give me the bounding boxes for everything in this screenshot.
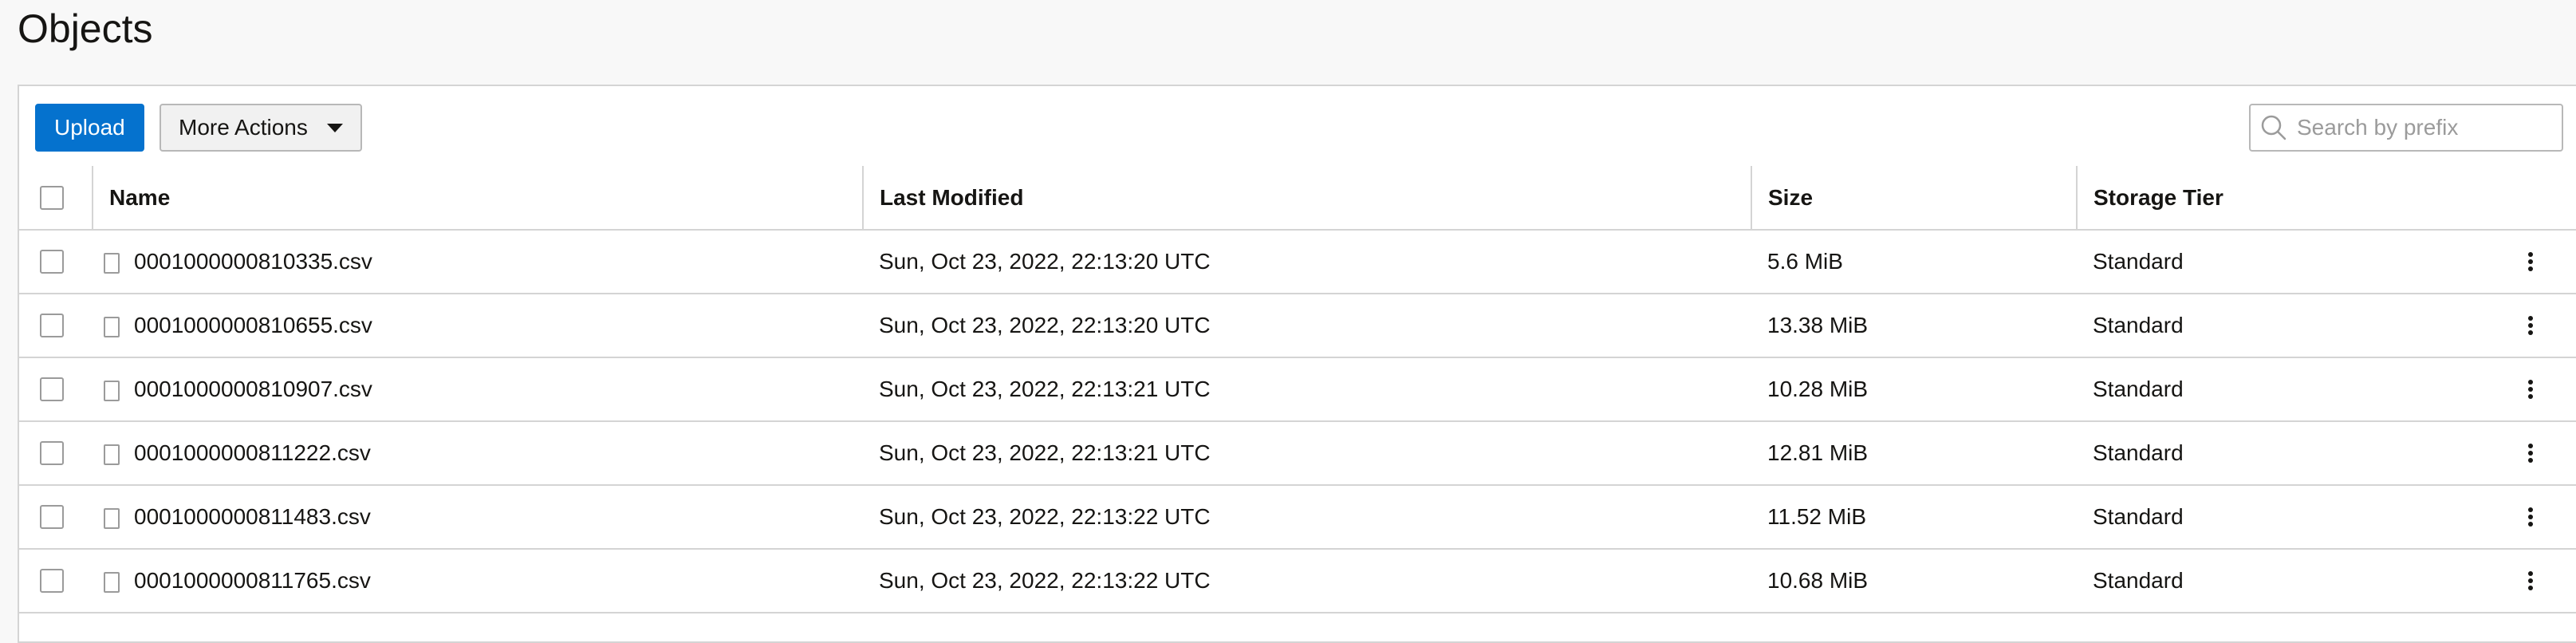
object-name-link[interactable]: 0001000000811765.csv [134,568,371,593]
objects-panel: Upload More Actions Name Last Modified S… [18,85,2576,643]
row-select-cell [19,421,93,486]
select-all-checkbox[interactable] [40,185,64,210]
file-icon [104,252,120,274]
object-name-link[interactable]: 0001000000810655.csv [134,313,372,337]
select-all-cell [19,166,93,231]
last-modified-cell: Sun, Oct 23, 2022, 22:13:20 UTC [863,294,1751,358]
search-icon [2261,115,2286,140]
column-header-storage-tier[interactable]: Storage Tier [2076,166,2576,231]
row-checkbox[interactable] [40,377,64,401]
kebab-menu-icon[interactable] [2528,569,2535,593]
more-actions-button[interactable]: More Actions [160,104,362,152]
kebab-menu-icon[interactable] [2528,314,2535,337]
table-row[interactable]: 0001000000811483.csv Sun, Oct 23, 2022, … [19,485,2576,550]
table-row[interactable]: 0001000000810335.csv Sun, Oct 23, 2022, … [19,230,2576,294]
file-icon [104,571,120,593]
name-cell: 0001000000810655.csv [93,294,863,358]
toolbar: Upload More Actions [19,86,2576,168]
column-header-size[interactable]: Size [1751,166,2077,231]
storage-tier-value: Standard [2093,440,2184,465]
last-modified-cell: Sun, Oct 23, 2022, 22:13:20 UTC [863,230,1751,294]
storage-tier-cell: Standard [2077,230,2576,294]
caret-down-icon [326,123,343,132]
size-cell: 10.68 MiB [1751,549,2077,613]
size-cell: 5.6 MiB [1751,230,2077,294]
row-checkbox[interactable] [40,314,64,337]
object-name-link[interactable]: 0001000000811483.csv [134,504,371,529]
size-cell: 11.52 MiB [1751,485,2077,550]
search-input[interactable] [2295,114,2554,141]
table-row[interactable]: 0001000000811222.csv Sun, Oct 23, 2022, … [19,421,2576,486]
storage-tier-value: Standard [2093,249,2184,274]
page-title: Objects [18,6,153,51]
table-header-row: Name Last Modified Size Storage Tier [19,166,2576,231]
storage-tier-value: Standard [2093,504,2184,529]
file-icon [104,316,120,337]
size-cell: 12.81 MiB [1751,421,2077,486]
row-checkbox[interactable] [40,505,64,529]
last-modified-cell: Sun, Oct 23, 2022, 22:13:22 UTC [863,485,1751,550]
name-cell: 0001000000811483.csv [93,485,863,550]
column-header-name[interactable]: Name [92,166,863,231]
object-name-link[interactable]: 0001000000811222.csv [134,440,371,465]
row-checkbox[interactable] [40,250,64,274]
name-cell: 0001000000810907.csv [93,357,863,422]
kebab-menu-icon[interactable] [2528,250,2535,274]
name-cell: 0001000000811222.csv [93,421,863,486]
upload-button[interactable]: Upload [35,104,144,152]
storage-tier-value: Standard [2093,313,2184,337]
row-checkbox[interactable] [40,569,64,593]
table-row[interactable]: 0001000000810655.csv Sun, Oct 23, 2022, … [19,294,2576,358]
storage-tier-cell: Standard [2077,549,2576,613]
object-name-link[interactable]: 0001000000810335.csv [134,249,372,274]
row-checkbox[interactable] [40,441,64,465]
file-icon [104,380,120,401]
file-icon [104,507,120,529]
row-select-cell [19,357,93,422]
row-select-cell [19,294,93,358]
storage-tier-value: Standard [2093,568,2184,593]
objects-table: Name Last Modified Size Storage Tier 000… [19,166,2576,613]
kebab-menu-icon[interactable] [2528,441,2535,465]
more-actions-label: More Actions [179,115,308,140]
kebab-menu-icon[interactable] [2528,377,2535,401]
row-select-cell [19,549,93,613]
storage-tier-cell: Standard [2077,357,2576,422]
table-row[interactable]: 0001000000811765.csv Sun, Oct 23, 2022, … [19,549,2576,613]
name-cell: 0001000000810335.csv [93,230,863,294]
column-header-last-modified[interactable]: Last Modified [862,166,1751,231]
storage-tier-cell: Standard [2077,294,2576,358]
last-modified-cell: Sun, Oct 23, 2022, 22:13:21 UTC [863,357,1751,422]
storage-tier-value: Standard [2093,377,2184,401]
kebab-menu-icon[interactable] [2528,505,2535,529]
search-box[interactable] [2249,104,2563,152]
name-cell: 0001000000811765.csv [93,549,863,613]
storage-tier-cell: Standard [2077,421,2576,486]
size-cell: 13.38 MiB [1751,294,2077,358]
row-select-cell [19,230,93,294]
last-modified-cell: Sun, Oct 23, 2022, 22:13:21 UTC [863,421,1751,486]
file-icon [104,444,120,465]
storage-tier-cell: Standard [2077,485,2576,550]
object-name-link[interactable]: 0001000000810907.csv [134,377,372,401]
row-select-cell [19,485,93,550]
size-cell: 10.28 MiB [1751,357,2077,422]
last-modified-cell: Sun, Oct 23, 2022, 22:13:22 UTC [863,549,1751,613]
table-row[interactable]: 0001000000810907.csv Sun, Oct 23, 2022, … [19,357,2576,422]
